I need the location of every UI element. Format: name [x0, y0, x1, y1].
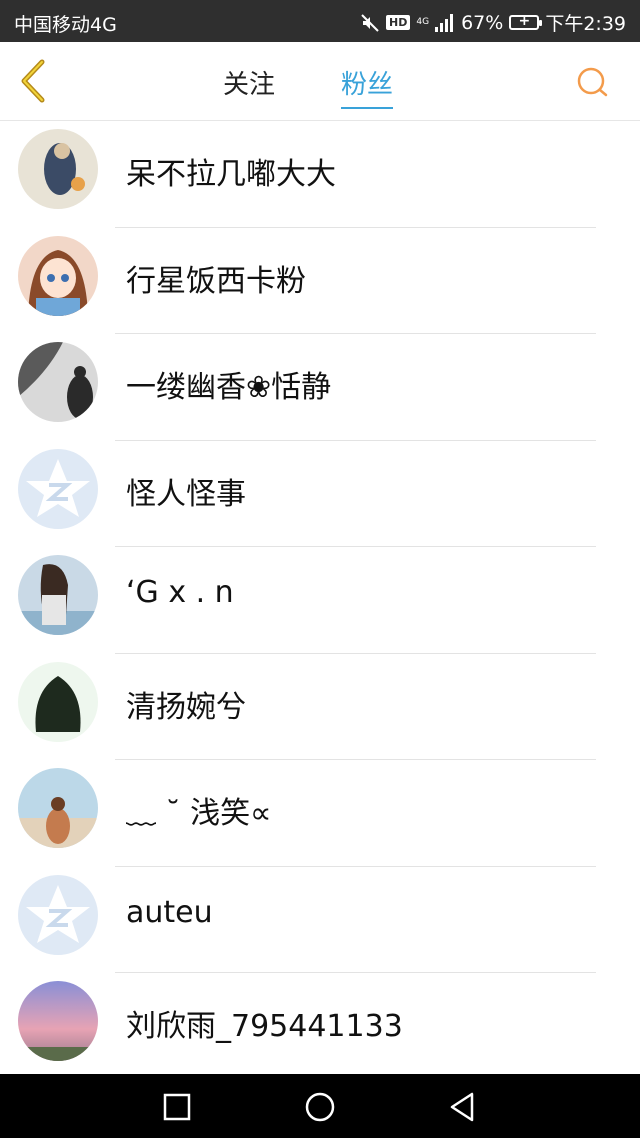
- battery-percent: 67%: [461, 11, 504, 34]
- qzone-star-icon: [18, 448, 98, 529]
- fan-list-item[interactable]: auteu: [0, 867, 640, 973]
- fan-list: 呆不拉几嘟大大 行星饭西卡粉 一缕幽香❀恬静 怪人怪事 ‘G x . n 清扬婉…: [0, 121, 640, 1080]
- tab-following[interactable]: 关注: [223, 64, 275, 101]
- search-icon: [577, 67, 608, 97]
- square-icon: [163, 1093, 191, 1121]
- home-button[interactable]: [303, 1090, 337, 1124]
- status-bar: 中国移动4G HD 4G 67% + 下午2:39: [0, 0, 640, 42]
- fan-list-item[interactable]: 清扬婉兮: [0, 654, 640, 760]
- status-icons: HD 4G 67% + 下午2:39: [360, 9, 626, 36]
- fan-name: 一缕幽香❀恬静: [126, 370, 332, 405]
- fan-name: auteu: [126, 894, 213, 930]
- clock: 下午2:39: [545, 13, 626, 35]
- avatar: [18, 555, 98, 635]
- mute-icon: [361, 13, 379, 32]
- fan-name: 行星饭西卡粉: [126, 263, 306, 299]
- fan-name: ‘G x . n: [126, 575, 234, 610]
- system-back-button[interactable]: [446, 1090, 480, 1124]
- avatar: [18, 129, 98, 209]
- recent-apps-button[interactable]: [160, 1090, 194, 1124]
- qzone-star-icon: [18, 874, 98, 955]
- triangle-back-icon: [450, 1092, 474, 1122]
- hd-badge: HD: [386, 15, 411, 30]
- avatar: [18, 768, 98, 848]
- back-button[interactable]: [14, 56, 54, 106]
- fan-list-item[interactable]: ‘G x . n: [0, 547, 640, 654]
- fan-list-item[interactable]: 呆不拉几嘟大大: [0, 121, 640, 228]
- fan-name: 怪人怪事: [126, 476, 246, 512]
- fan-list-item[interactable]: ﹏ ˘ 浅笑∝: [0, 760, 640, 867]
- default-avatar: [18, 874, 98, 955]
- signal-icon: [435, 13, 454, 32]
- avatar: [18, 342, 98, 422]
- navigation-bar: [0, 1074, 640, 1138]
- default-avatar: [18, 448, 98, 529]
- avatar: [18, 661, 98, 742]
- fan-list-item[interactable]: 行星饭西卡粉: [0, 228, 640, 334]
- carrier-label: 中国移动4G: [14, 14, 117, 36]
- battery-icon: +: [509, 13, 543, 30]
- tab-fans[interactable]: 粉丝: [341, 64, 394, 109]
- fan-name: ﹏ ˘ 浅笑∝: [126, 796, 272, 831]
- fan-list-item[interactable]: 一缕幽香❀恬静: [0, 334, 640, 441]
- avatar: [18, 981, 98, 1061]
- fan-list-item[interactable]: 怪人怪事: [0, 441, 640, 547]
- fan-name: 刘欣雨_795441133: [126, 1009, 403, 1044]
- avatar: [18, 235, 98, 316]
- circle-icon: [305, 1092, 335, 1122]
- network-label: 4G: [416, 17, 430, 27]
- search-button[interactable]: [576, 66, 610, 100]
- fan-name: 清扬婉兮: [126, 689, 246, 725]
- fan-name: 呆不拉几嘟大大: [126, 157, 336, 192]
- fan-list-item[interactable]: 刘欣雨_795441133: [0, 973, 640, 1080]
- header: 关注 粉丝: [0, 42, 640, 121]
- back-arrow-icon: [21, 59, 45, 103]
